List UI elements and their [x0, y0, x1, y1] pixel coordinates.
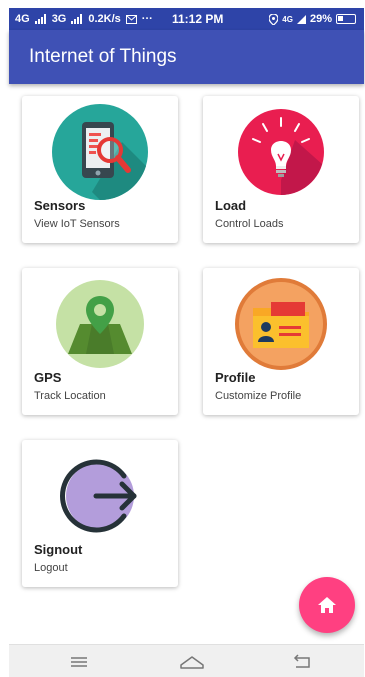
sensors-card[interactable]: Sensors View IoT Sensors: [22, 96, 178, 243]
signal-icon: [34, 14, 46, 24]
app-bar: Internet of Things: [9, 30, 364, 84]
card-subtitle: Customize Profile: [215, 390, 302, 402]
card-title: Sensors: [34, 198, 86, 213]
network-type: 4G: [15, 13, 30, 25]
message-icon: [125, 14, 137, 24]
map-pin-icon: [56, 280, 144, 368]
load-card[interactable]: Load Control Loads: [203, 96, 359, 243]
more-dots: ···: [141, 13, 153, 25]
home-outline-icon[interactable]: [179, 653, 205, 671]
card-subtitle: View IoT Sensors: [34, 218, 120, 230]
signal-icon-3: [296, 14, 306, 24]
signal-icon-2: [71, 14, 83, 24]
location-icon: [269, 13, 279, 25]
card-title: Profile: [215, 370, 256, 385]
logout-icon: [60, 459, 137, 533]
gps-card[interactable]: GPS Track Location: [22, 268, 178, 415]
data-speed: 0.2K/s: [88, 13, 121, 25]
card-title: Signout: [34, 542, 83, 557]
card-title: Load: [215, 198, 247, 213]
sensor-phone-magnifier-icon: [52, 104, 148, 200]
back-icon[interactable]: [291, 653, 313, 671]
profile-folder-icon: [235, 278, 327, 370]
system-nav-bar: [9, 644, 364, 677]
card-subtitle: Logout: [34, 562, 68, 574]
signout-card[interactable]: Signout Logout: [22, 440, 178, 587]
status-left: 4G 3G 0.2K/s ···: [15, 13, 153, 25]
menu-icon[interactable]: [68, 653, 90, 671]
home-fab-button[interactable]: [299, 577, 355, 633]
card-subtitle: Control Loads: [215, 218, 284, 230]
clock: 11:12 PM: [172, 12, 224, 26]
battery-icon: [336, 14, 356, 24]
volte-label: 4G: [282, 14, 293, 24]
battery-percent: 29%: [309, 13, 332, 25]
light-bulb-icon: [238, 109, 324, 195]
status-right: 4G 29%: [269, 13, 356, 25]
card-subtitle: Track Location: [34, 390, 106, 402]
network-type-2: 3G: [51, 13, 67, 25]
status-bar: 4G 3G 0.2K/s ··· 11:12 PM 4G 29%: [9, 8, 364, 30]
profile-card[interactable]: Profile Customize Profile: [203, 268, 359, 415]
app-title: Internet of Things: [29, 46, 177, 67]
card-title: GPS: [34, 370, 62, 385]
home-icon: [318, 597, 336, 613]
